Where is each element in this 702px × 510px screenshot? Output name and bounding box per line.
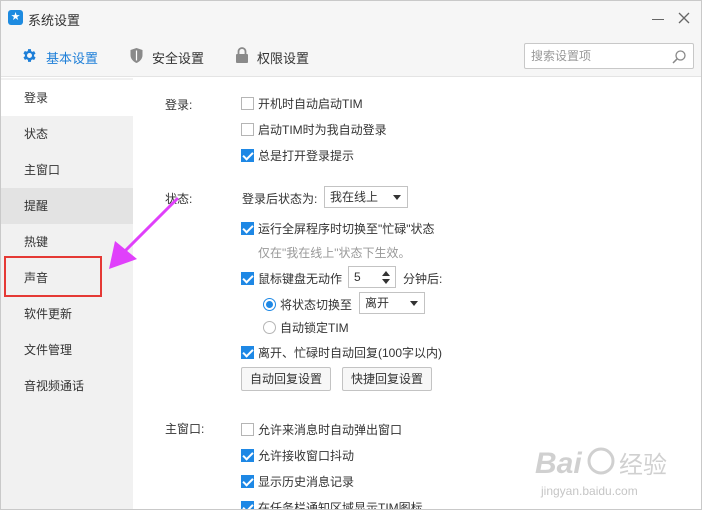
- tab-security-settings-label: 安全设置: [152, 50, 205, 66]
- after-login-status-select[interactable]: 我在线上: [324, 186, 408, 208]
- idle-checkbox[interactable]: [241, 272, 254, 285]
- login-auto-login-checkbox[interactable]: [241, 123, 254, 136]
- search-box[interactable]: [524, 43, 694, 69]
- svg-text:Bai: Bai: [535, 447, 582, 480]
- login-auto-login-option[interactable]: 启动TIM时为我自动登录: [241, 121, 387, 138]
- window-title: 系统设置: [28, 13, 81, 28]
- auto-reply-label: 离开、忙碌时自动回复(100字以内): [258, 346, 443, 360]
- sidebar-item-av-call[interactable]: 音视频通话: [1, 368, 133, 404]
- tab-bar: 基本设置 安全设置 权限设置: [1, 35, 701, 77]
- auto-popup-option[interactable]: 允许来消息时自动弹出窗口: [241, 421, 402, 438]
- auto-popup-checkbox[interactable]: [241, 423, 254, 436]
- idle-prefix-label: 鼠标键盘无动作: [258, 272, 343, 286]
- tab-permission-settings-label: 权限设置: [257, 50, 310, 66]
- search-input[interactable]: [531, 47, 669, 65]
- switch-status-option[interactable]: 将状态切换至: [263, 296, 352, 313]
- close-button[interactable]: [673, 7, 695, 29]
- close-icon: [678, 12, 690, 24]
- idle-minutes-stepper[interactable]: 5: [348, 266, 396, 288]
- auto-reply-settings-button[interactable]: 自动回复设置: [241, 367, 331, 391]
- login-auto-login-label: 启动TIM时为我自动登录: [258, 123, 387, 137]
- chevron-down-icon: [393, 195, 401, 200]
- fullscreen-busy-option[interactable]: 运行全屏程序时切换至"忙碌"状态: [241, 220, 435, 237]
- switch-status-select[interactable]: 离开: [359, 292, 425, 314]
- tab-permission-settings[interactable]: 权限设置: [235, 47, 309, 67]
- minimize-icon: [652, 19, 664, 20]
- lock-icon: [235, 47, 249, 67]
- baidu-jingyan-watermark: Bai 经验 jingyan.baidu.com: [533, 435, 701, 505]
- idle-minutes-value: 5: [354, 270, 361, 284]
- login-auto-start-checkbox[interactable]: [241, 97, 254, 110]
- sidebar-item-file-management[interactable]: 文件管理: [1, 332, 133, 368]
- chevron-down-icon: [410, 301, 418, 306]
- tab-basic-settings[interactable]: 基本设置: [21, 47, 98, 67]
- sidebar-item-software-update[interactable]: 软件更新: [1, 296, 133, 332]
- after-login-status-value: 我在线上: [330, 190, 379, 204]
- watermark-logo-icon: Bai 经验 jingyan.baidu.com: [535, 447, 667, 498]
- stepper-down-icon[interactable]: [382, 279, 390, 284]
- after-login-status-label: 登录后状态为:: [242, 192, 318, 206]
- app-icon: ★: [8, 10, 23, 25]
- login-prompt-label: 总是打开登录提示: [258, 149, 355, 163]
- sidebar-item-status[interactable]: 状态: [1, 116, 133, 152]
- auto-lock-label: 自动锁定TIM: [280, 321, 349, 335]
- tray-icon-option[interactable]: 在任务栏通知区域显示TIM图标: [241, 499, 423, 510]
- login-section-label: 登录:: [165, 98, 193, 112]
- auto-lock-radio[interactable]: [263, 321, 276, 334]
- tab-security-settings[interactable]: 安全设置: [129, 47, 204, 67]
- tray-icon-checkbox[interactable]: [241, 501, 254, 509]
- fullscreen-busy-hint: 仅在"我在线上"状态下生效。: [258, 246, 411, 260]
- tray-icon-label: 在任务栏通知区域显示TIM图标: [258, 501, 423, 510]
- login-prompt-checkbox[interactable]: [241, 149, 254, 162]
- window-shake-checkbox[interactable]: [241, 449, 254, 462]
- window-shake-option[interactable]: 允许接收窗口抖动: [241, 447, 354, 464]
- sidebar-item-main-window[interactable]: 主窗口: [1, 152, 133, 188]
- quick-reply-settings-button[interactable]: 快捷回复设置: [342, 367, 432, 391]
- tab-basic-settings-label: 基本设置: [46, 50, 99, 66]
- stepper-up-icon[interactable]: [382, 271, 390, 276]
- history-checkbox[interactable]: [241, 475, 254, 488]
- annotation-arrow-icon: [109, 197, 179, 269]
- switch-status-radio[interactable]: [263, 298, 276, 311]
- settings-window: ★ 系统设置 基本设置 安全设置 权限设置 搜索设置项 登录 状态 主窗口 提醒…: [0, 0, 702, 510]
- login-prompt-option[interactable]: 总是打开登录提示: [241, 147, 354, 164]
- history-option[interactable]: 显示历史消息记录: [241, 473, 354, 490]
- main-window-section-label: 主窗口:: [165, 422, 205, 436]
- auto-popup-label: 允许来消息时自动弹出窗口: [258, 423, 403, 437]
- gear-icon: [21, 47, 38, 67]
- fullscreen-busy-label: 运行全屏程序时切换至"忙碌"状态: [258, 222, 435, 236]
- idle-option[interactable]: 鼠标键盘无动作: [241, 270, 342, 287]
- history-label: 显示历史消息记录: [258, 475, 355, 489]
- switch-status-value: 离开: [365, 296, 390, 310]
- login-auto-start-option[interactable]: 开机时自动启动TIM: [241, 95, 363, 112]
- sidebar-item-login[interactable]: 登录: [1, 80, 133, 116]
- switch-status-label: 将状态切换至: [280, 298, 353, 312]
- shield-icon: [129, 47, 144, 67]
- title-bar: ★ 系统设置: [1, 1, 701, 35]
- auto-reply-option[interactable]: 离开、忙碌时自动回复(100字以内): [241, 344, 442, 361]
- minimize-button[interactable]: [647, 7, 669, 29]
- svg-text:经验: 经验: [619, 451, 667, 479]
- fullscreen-busy-checkbox[interactable]: [241, 222, 254, 235]
- search-icon[interactable]: [671, 49, 687, 65]
- annotation-highlight-box: [4, 256, 102, 297]
- window-shake-label: 允许接收窗口抖动: [258, 449, 355, 463]
- svg-text:jingyan.baidu.com: jingyan.baidu.com: [540, 484, 638, 498]
- idle-suffix-label: 分钟后:: [403, 272, 443, 286]
- login-auto-start-label: 开机时自动启动TIM: [258, 97, 363, 111]
- auto-lock-option[interactable]: 自动锁定TIM: [263, 319, 349, 336]
- auto-reply-checkbox[interactable]: [241, 346, 254, 359]
